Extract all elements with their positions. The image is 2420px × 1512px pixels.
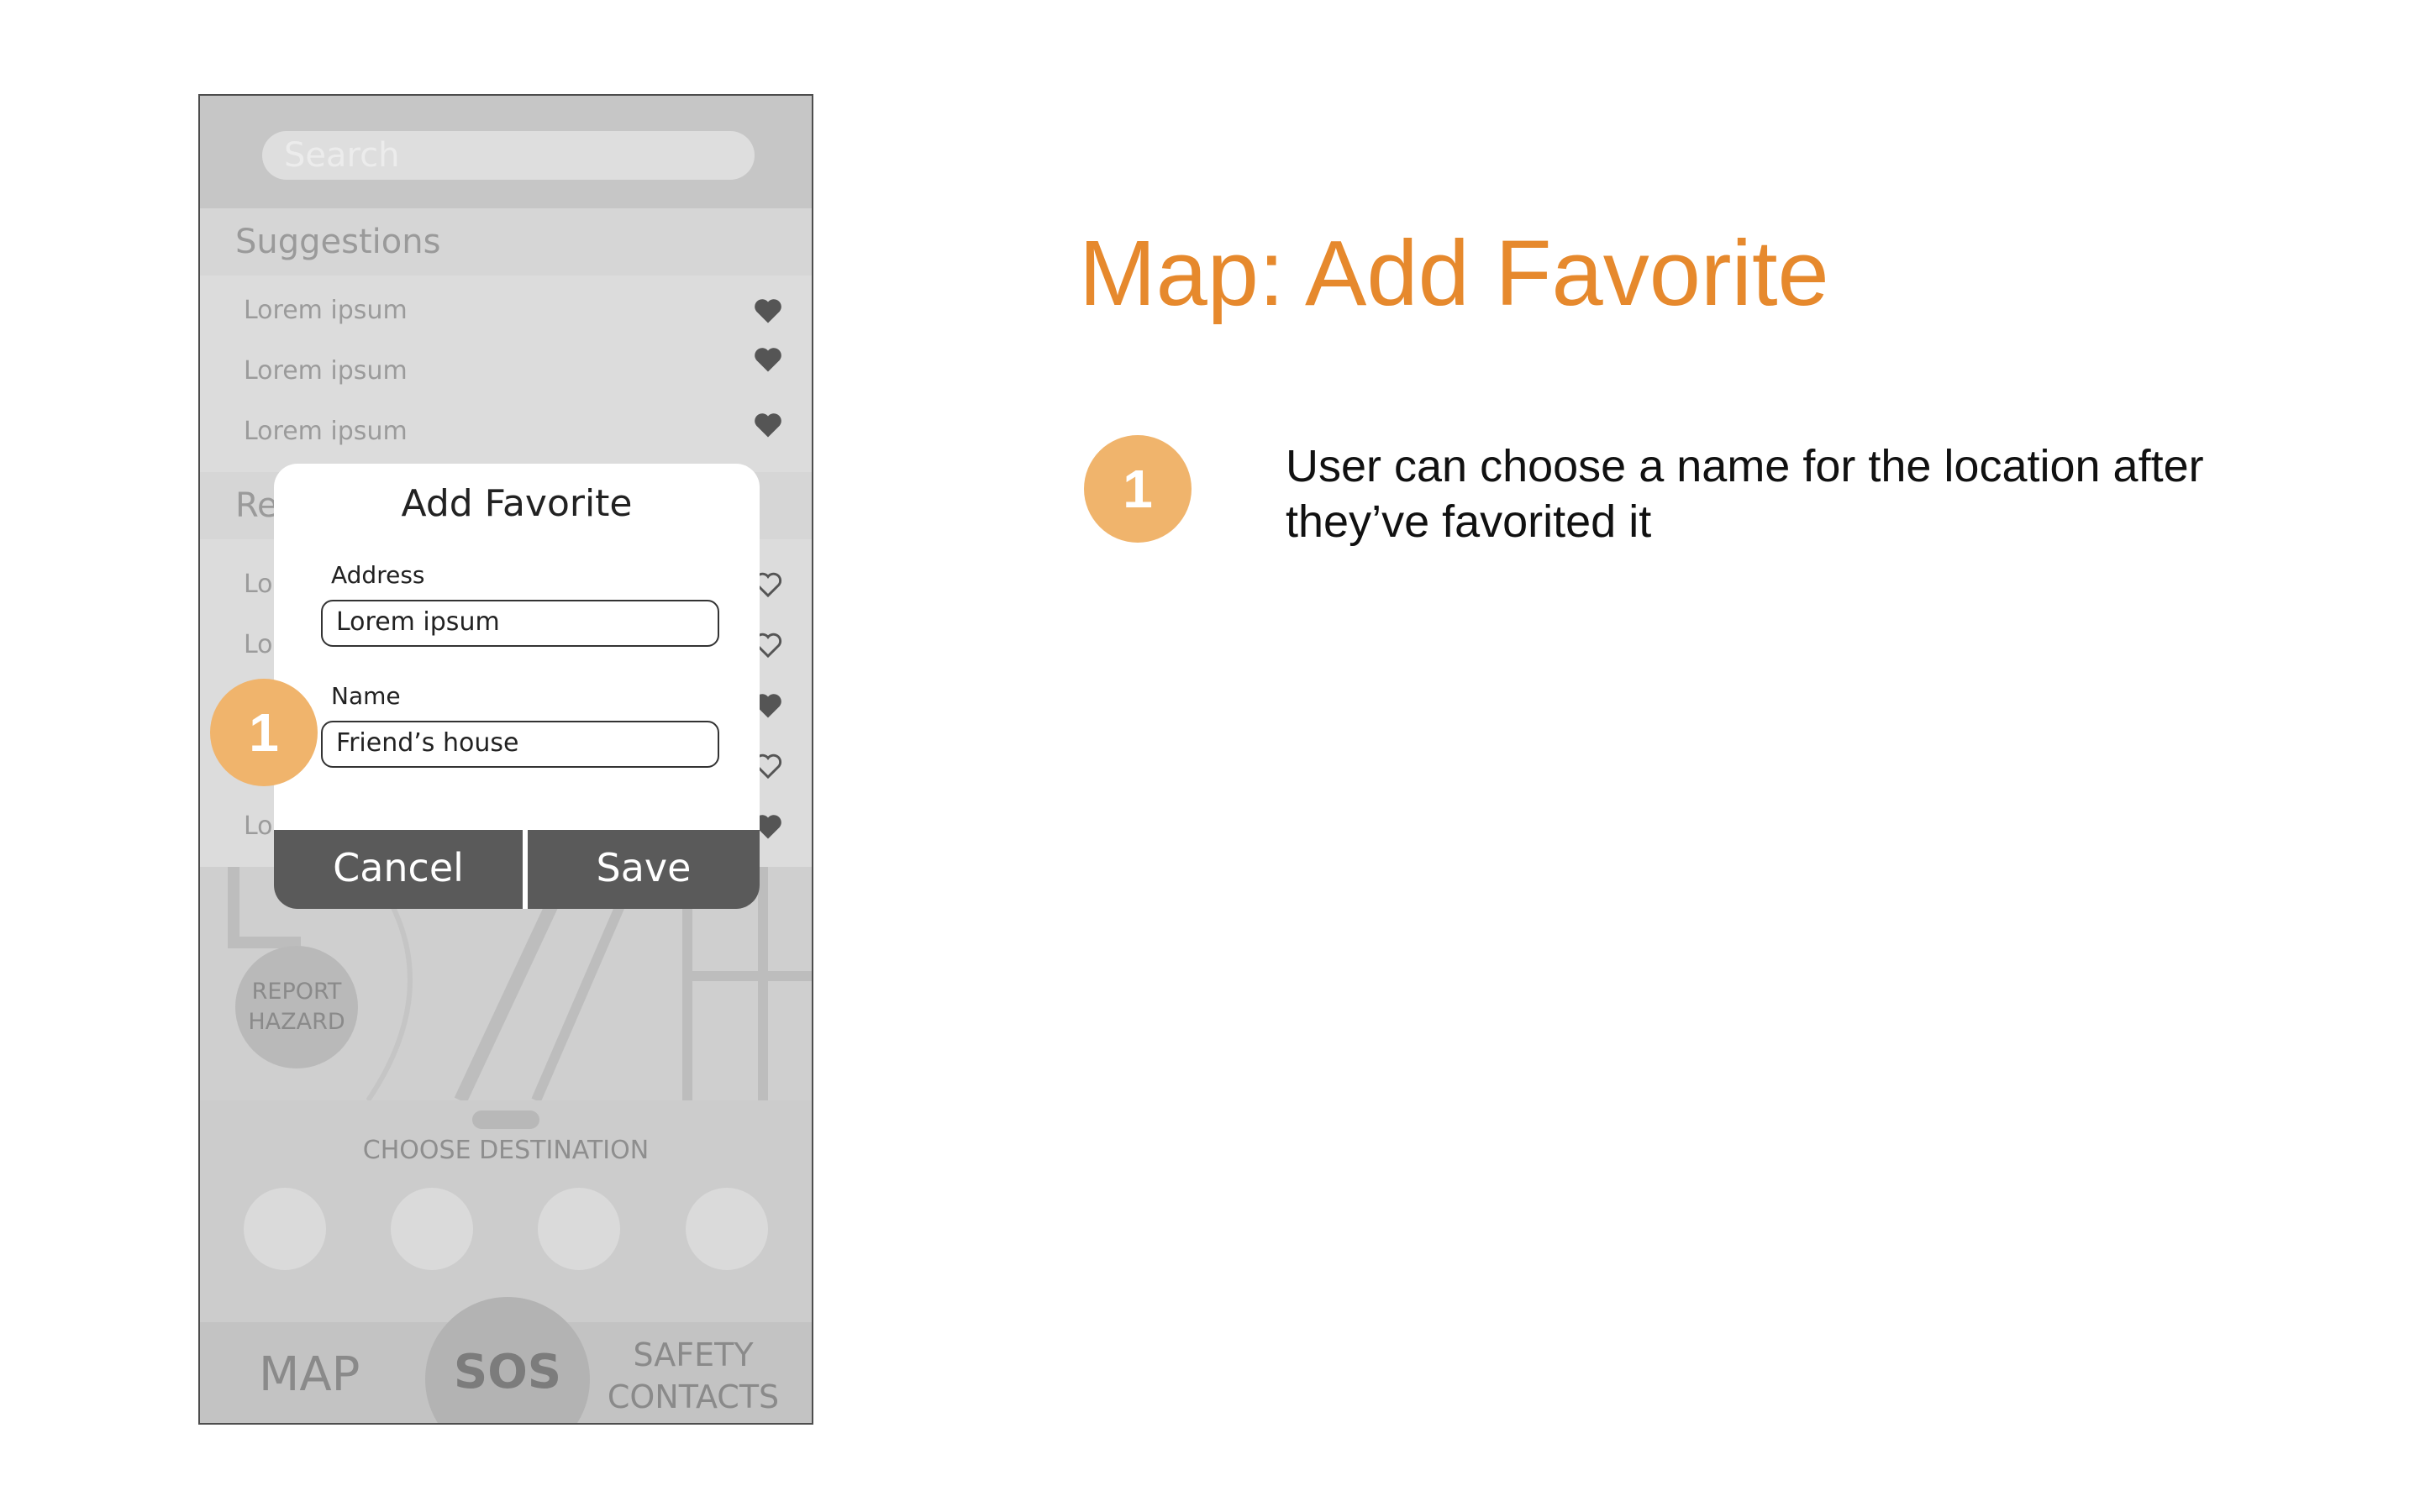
tab-safety-line1: SAFETY	[633, 1336, 754, 1373]
suggestions-header: Suggestions	[200, 208, 812, 276]
list-item-label: Lorem ipsum	[244, 417, 408, 446]
destination-option[interactable]	[538, 1188, 620, 1270]
destination-option[interactable]	[244, 1188, 326, 1270]
save-button[interactable]: Save	[528, 830, 760, 909]
heart-filled-icon[interactable]	[753, 412, 783, 438]
destination-option[interactable]	[686, 1188, 768, 1270]
list-item[interactable]: Lorem ipsum	[200, 286, 812, 336]
destination-option[interactable]	[391, 1188, 473, 1270]
choose-destination-label: CHOOSE DESTINATION	[362, 1136, 650, 1165]
address-field[interactable]: Lorem ipsum	[321, 600, 719, 647]
annotation-note: User can choose a name for the location …	[1286, 441, 2204, 547]
name-field[interactable]: Friend’s house	[321, 721, 719, 768]
list-item-label: Lo	[244, 811, 273, 841]
search-input[interactable]: Search	[262, 131, 755, 180]
modal-title: Add Favorite	[401, 482, 633, 525]
report-hazard-line2: HAZARD	[248, 1009, 345, 1035]
list-item-label: Lorem ipsum	[244, 356, 408, 386]
list-item-label: Lo	[244, 630, 273, 659]
list-item-label: Lorem ipsum	[244, 296, 408, 325]
address-label: Address	[331, 561, 425, 589]
tab-safety-line2: CONTACTS	[607, 1378, 780, 1415]
list-item[interactable]: Lorem ipsum	[200, 346, 812, 396]
list-item-label: Lo	[244, 570, 273, 599]
cancel-button[interactable]: Cancel	[274, 830, 523, 909]
drag-handle[interactable]	[472, 1110, 539, 1129]
legend-badge: 1	[1084, 435, 1192, 543]
search-bar: Search	[200, 96, 812, 208]
slide-title: Map: Add Favorite	[1079, 222, 1829, 325]
tab-map[interactable]: MAP	[259, 1347, 360, 1402]
heart-filled-icon[interactable]	[753, 297, 783, 324]
report-hazard-button[interactable]: REPORT HAZARD	[235, 946, 358, 1068]
list-item[interactable]: Lorem ipsum	[200, 407, 812, 457]
tab-safety-contacts[interactable]: SAFETY CONTACTS	[597, 1334, 790, 1418]
report-hazard-line1: REPORT	[251, 979, 342, 1005]
name-label: Name	[331, 682, 401, 710]
callout-badge: 1	[210, 679, 318, 786]
add-favorite-modal: Add Favorite Address Lorem ipsum Name Fr…	[274, 464, 760, 909]
heart-filled-icon[interactable]	[753, 346, 783, 373]
